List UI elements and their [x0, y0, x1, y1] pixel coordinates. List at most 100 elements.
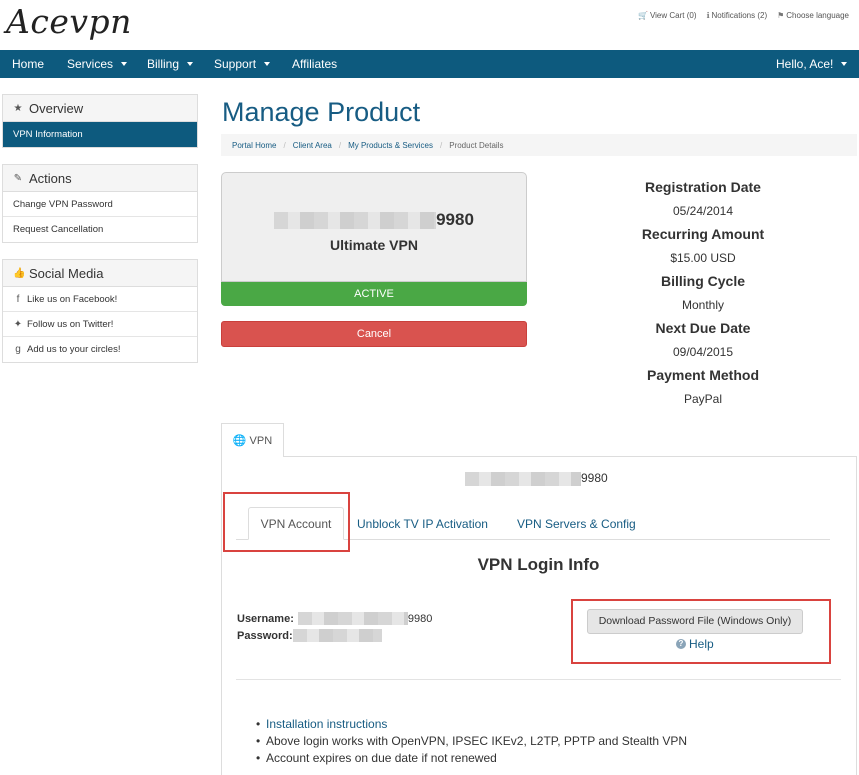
- facebook-icon: f: [16, 293, 20, 305]
- tab-vpn[interactable]: 🌐 VPN: [221, 423, 284, 457]
- breadcrumb-client-area[interactable]: Client Area: [293, 141, 332, 150]
- nav-home[interactable]: Home: [12, 57, 44, 71]
- bullet: •: [256, 717, 261, 731]
- tab-vpn-servers-config[interactable]: VPN Servers & Config: [517, 507, 636, 540]
- protocols-note: Above login works with OpenVPN, IPSEC IK…: [266, 734, 688, 748]
- sidebar-item-facebook[interactable]: f Like us on Facebook!: [3, 287, 197, 312]
- caret-down-icon: [121, 62, 128, 66]
- sidebar-item-twitter[interactable]: ✦ Follow us on Twitter!: [3, 312, 197, 337]
- recurring-amount-label: Recurring Amount: [641, 226, 765, 242]
- sidebar-item-change-vpn-password[interactable]: Change VPN Password: [3, 192, 197, 217]
- social-media-panel-header: 👍 Social Media: [3, 260, 197, 287]
- redacted-block: [465, 471, 581, 486]
- nav-affiliates[interactable]: Affiliates: [292, 57, 337, 71]
- password-row: Password:: [237, 629, 382, 642]
- next-due-date-label: Next Due Date: [655, 320, 751, 336]
- logo[interactable]: Acevpn: [6, 2, 132, 41]
- twitter-label: Follow us on Twitter!: [27, 318, 114, 330]
- facebook-label: Like us on Facebook!: [27, 293, 118, 305]
- social-media-panel: 👍 Social Media f Like us on Facebook! ✦ Fol…: [2, 259, 198, 363]
- thumbs-up-icon: 👍: [13, 267, 26, 279]
- star-icon: ★: [13, 102, 23, 114]
- actions-title: Actions: [29, 170, 72, 186]
- nav-services-label: Services: [67, 57, 114, 71]
- next-due-date-value: 09/04/2015: [672, 345, 734, 359]
- list-item: • Account expires on due date if not rene…: [256, 750, 687, 767]
- billing-cycle-value: Monthly: [681, 298, 725, 312]
- recurring-amount-value: $15.00 USD: [670, 251, 736, 265]
- twitter-icon: ✦: [13, 318, 23, 330]
- actions-panel: ✎ Actions Change VPN Password Request Can…: [2, 164, 198, 243]
- nav-services[interactable]: Services: [67, 57, 128, 71]
- divider: [236, 679, 841, 680]
- google-plus-label: Add us to your circles!: [27, 344, 121, 355]
- nav-support-label: Support: [214, 57, 257, 71]
- installation-instructions-link[interactable]: Installation instructions: [266, 716, 387, 733]
- registration-date-value: 05/24/2014: [672, 204, 734, 218]
- caret-down-icon: [187, 62, 194, 66]
- view-cart-label: View Cart (0): [649, 11, 697, 20]
- payment-method-label: Payment Method: [646, 367, 759, 383]
- caret-down-icon: [841, 62, 848, 66]
- caret-down-icon: [264, 62, 271, 66]
- notifications-label: Notifications (2): [711, 11, 768, 20]
- product-number: 9980: [222, 210, 526, 230]
- breadcrumb-separator: /: [338, 140, 342, 150]
- page-title: Manage Product: [222, 97, 421, 127]
- breadcrumb-separator: /: [283, 140, 286, 150]
- tab-unblock-tv-ip-activation[interactable]: Unblock TV IP Activation: [357, 507, 488, 540]
- choose-language-link[interactable]: ⚑ Choose language: [777, 11, 849, 20]
- overview-panel: ★ Overview VPN Information: [2, 94, 198, 148]
- wrench-icon: ✎: [13, 172, 23, 184]
- language-icon: ⚑: [777, 11, 785, 20]
- bullet: •: [256, 751, 261, 765]
- nav-user-menu[interactable]: Hello, Ace!: [776, 57, 848, 71]
- breadcrumb-separator: /: [440, 140, 443, 150]
- view-cart-link[interactable]: 🛒 View Cart (0): [638, 11, 697, 20]
- nav-support[interactable]: Support: [214, 57, 271, 71]
- product-name: Ultimate VPN: [330, 237, 418, 253]
- choose-language-label: Choose language: [786, 11, 849, 20]
- breadcrumb-current: Product Details: [449, 140, 504, 150]
- breadcrumb-portal-home[interactable]: Portal Home: [232, 141, 276, 150]
- billing-info: Registration Date 05/24/2014 Recurring A…: [560, 177, 846, 412]
- sidebar-item-google-plus[interactable]: g Add us to your circles!: [3, 337, 197, 362]
- main-nav: Home Services Billing Support Affiliates…: [0, 50, 859, 78]
- sidebar-item-request-cancellation[interactable]: Request Cancellation: [3, 217, 197, 242]
- payment-method-value: PayPal: [683, 392, 723, 406]
- bullet: •: [256, 734, 261, 748]
- breadcrumb: Portal Home / Client Area / My Products & …: [221, 134, 857, 156]
- vpn-login-info-title: VPN Login Info: [477, 555, 600, 574]
- cart-icon: 🛒: [637, 11, 648, 20]
- social-media-title: Social Media: [29, 265, 104, 281]
- billing-cycle-label: Billing Cycle: [660, 273, 746, 289]
- sidebar-item-vpn-information[interactable]: VPN Information: [3, 122, 197, 147]
- status-badge: ACTIVE: [221, 282, 527, 306]
- google-plus-icon: g: [15, 344, 21, 355]
- info-icon: ℹ: [706, 11, 710, 20]
- username-label: Username:: [237, 612, 294, 625]
- nav-billing-label: Billing: [147, 57, 180, 71]
- nav-billing[interactable]: Billing: [147, 57, 194, 71]
- username-row: Username: 9980: [237, 612, 432, 625]
- highlight-box-download: [571, 599, 831, 664]
- tab-vpn-label: VPN: [249, 434, 273, 447]
- product-number-suffix: 9980: [436, 210, 474, 229]
- globe-icon: 🌐: [232, 435, 247, 447]
- redacted-block: [297, 612, 408, 625]
- password-label: Password:: [237, 629, 293, 642]
- overview-panel-header: ★ Overview: [3, 95, 197, 122]
- notifications-link[interactable]: ℹ Notifications (2): [706, 11, 767, 20]
- notes-list: • Installation instructions • Above login …: [256, 716, 687, 767]
- top-links: 🛒 View Cart (0) ℹ Notifications (2) ⚑ Choos…: [638, 11, 849, 20]
- redacted-block: [274, 212, 437, 230]
- overview-title: Overview: [29, 100, 84, 116]
- breadcrumb-my-products[interactable]: My Products & Services: [348, 141, 433, 150]
- registration-date-label: Registration Date: [645, 179, 761, 195]
- top-bar: Acevpn 🛒 View Cart (0) ℹ Notifications (2)…: [0, 0, 859, 50]
- cancel-button[interactable]: Cancel: [221, 321, 527, 347]
- tab-vpn-account[interactable]: VPN Account: [248, 507, 344, 540]
- actions-panel-header: ✎ Actions: [3, 165, 197, 192]
- username-suffix: 9980: [407, 612, 433, 625]
- product-summary-box: 9980 Ultimate VPN: [221, 172, 527, 282]
